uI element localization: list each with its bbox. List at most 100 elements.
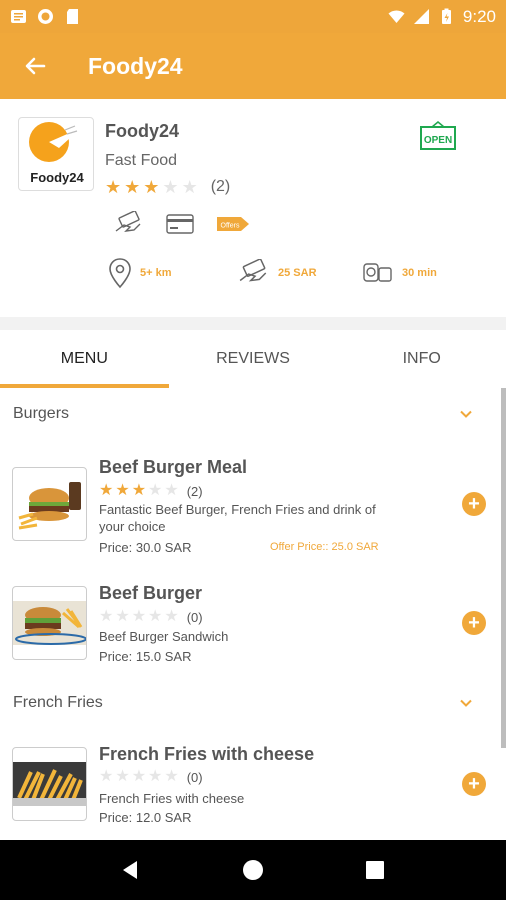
star-icon: ★ bbox=[148, 482, 163, 499]
location-pin-icon bbox=[109, 258, 131, 289]
menu-list[interactable]: Burgers Beef Burger Meal ★ ★ ★ ★ ★ (2) F… bbox=[0, 388, 506, 840]
tab-info[interactable]: INFO bbox=[337, 330, 506, 388]
status-time: 9:20 bbox=[462, 6, 496, 26]
star-icon: ★ bbox=[148, 768, 163, 785]
section-title: Burgers bbox=[13, 405, 70, 422]
delivery-time-value: 30 min bbox=[402, 267, 437, 279]
rating-count: (2) bbox=[210, 178, 231, 195]
star-icon: ★ bbox=[99, 768, 114, 785]
star-icon: ★ bbox=[148, 608, 163, 625]
star-icon: ★ bbox=[164, 482, 179, 499]
restaurant-header: Foody24 Foody24 Fast Food ★ ★ ★ ★ ★ (2) … bbox=[0, 99, 506, 317]
item-rating: ★ ★ ★ ★ ★ (0) bbox=[99, 609, 203, 625]
item-image bbox=[12, 586, 87, 660]
scrollbar[interactable] bbox=[501, 388, 506, 748]
restaurant-rating: ★ ★ ★ ★ ★ (2) bbox=[105, 178, 230, 196]
nav-recents-icon[interactable] bbox=[363, 858, 387, 882]
credit-card-icon bbox=[166, 214, 194, 234]
item-name: French Fries with cheese bbox=[99, 744, 315, 764]
burger-meal-image bbox=[18, 482, 81, 530]
item-rating-count: (2) bbox=[186, 483, 203, 499]
menu-item[interactable]: Beef Burger ★ ★ ★ ★ ★ (0) Beef Burger Sa… bbox=[0, 583, 500, 683]
star-icon: ★ bbox=[99, 482, 114, 499]
chevron-down-icon bbox=[460, 410, 472, 418]
item-image bbox=[12, 747, 87, 821]
offers-tag-text: Offers bbox=[221, 223, 240, 230]
item-rating-count: (0) bbox=[186, 609, 203, 625]
menu-item[interactable]: Beef Burger Meal ★ ★ ★ ★ ★ (2) Fantastic… bbox=[0, 454, 500, 555]
burger-image bbox=[13, 601, 86, 645]
item-description: Beef Burger Sandwich bbox=[99, 629, 229, 644]
distance-value: 5+ km bbox=[140, 267, 172, 279]
star-icon: ★ bbox=[105, 177, 122, 197]
star-icon: ★ bbox=[164, 608, 179, 625]
add-to-cart-button[interactable]: + bbox=[462, 492, 486, 516]
tab-bar: MENU REVIEWS INFO bbox=[0, 330, 506, 388]
add-to-cart-button[interactable]: + bbox=[462, 611, 486, 635]
delivery-time-icon bbox=[363, 263, 392, 282]
back-arrow-icon[interactable] bbox=[22, 53, 48, 79]
star-icon: ★ bbox=[131, 608, 147, 625]
logo-text: Foody24 bbox=[30, 170, 84, 185]
signal-icon bbox=[413, 9, 429, 24]
item-rating-count: (0) bbox=[186, 769, 203, 785]
item-description: French Fries with cheese bbox=[99, 791, 245, 806]
star-icon: ★ bbox=[115, 482, 130, 499]
star-icon: ★ bbox=[143, 177, 160, 197]
star-icon: ★ bbox=[115, 768, 130, 785]
offers-tag-icon: Offers bbox=[217, 217, 249, 231]
french-fries-image bbox=[13, 762, 86, 806]
restaurant-name: Foody24 bbox=[105, 121, 180, 141]
wifi-icon bbox=[388, 10, 405, 23]
star-icon: ★ bbox=[99, 608, 114, 625]
notification-sdcard-icon bbox=[67, 9, 78, 24]
item-price: Price: 30.0 SAR bbox=[99, 540, 192, 555]
star-icon: ★ bbox=[131, 768, 147, 785]
battery-icon bbox=[441, 8, 451, 24]
item-rating: ★ ★ ★ ★ ★ (2) bbox=[99, 483, 203, 499]
section-title: French Fries bbox=[13, 694, 103, 711]
star-icon: ★ bbox=[181, 177, 198, 197]
section-header-french-fries[interactable]: French Fries bbox=[0, 681, 500, 725]
nav-back-icon[interactable] bbox=[119, 858, 143, 882]
system-navigation-bar bbox=[0, 840, 506, 900]
restaurant-info-row: 5+ km 25 SAR 30 min bbox=[0, 257, 506, 293]
status-bar: 9:20 bbox=[0, 0, 506, 33]
star-icon: ★ bbox=[162, 177, 179, 197]
notification-message-icon bbox=[11, 10, 26, 23]
star-icon: ★ bbox=[124, 177, 141, 197]
section-header-burgers[interactable]: Burgers bbox=[0, 392, 500, 436]
star-icon: ★ bbox=[131, 482, 147, 499]
restaurant-category: Fast Food bbox=[105, 152, 178, 169]
star-icon: ★ bbox=[164, 768, 179, 785]
app-bar: Foody24 bbox=[0, 33, 506, 99]
star-icon: ★ bbox=[115, 608, 130, 625]
menu-item[interactable]: French Fries with cheese ★ ★ ★ ★ ★ (0) F… bbox=[0, 744, 500, 840]
nav-home-icon[interactable] bbox=[241, 858, 265, 882]
distance-info: 5+ km bbox=[108, 257, 172, 289]
cash-hand-icon bbox=[115, 211, 141, 232]
item-rating: ★ ★ ★ ★ ★ (0) bbox=[99, 769, 203, 785]
open-sign-icon: OPEN bbox=[420, 121, 456, 150]
feature-icons: Offers bbox=[114, 211, 250, 237]
tab-menu[interactable]: MENU bbox=[0, 330, 169, 388]
item-offer-price: Offer Price:: 25.0 SAR bbox=[270, 541, 379, 553]
notification-record-icon bbox=[38, 9, 53, 24]
chevron-down-icon bbox=[460, 699, 472, 707]
open-badge-text: OPEN bbox=[424, 135, 452, 146]
restaurant-logo: Foody24 bbox=[18, 117, 94, 191]
logo-mark-icon: Foody24 bbox=[29, 122, 84, 185]
item-image bbox=[12, 467, 87, 541]
item-name: Beef Burger Meal bbox=[99, 457, 248, 477]
item-price: Price: 15.0 SAR bbox=[99, 649, 192, 664]
item-description: Fantastic Beef Burger, French Fries and … bbox=[99, 502, 376, 534]
add-to-cart-button[interactable]: + bbox=[462, 772, 486, 796]
cash-hand-icon bbox=[239, 259, 267, 282]
item-name: Beef Burger bbox=[99, 583, 203, 603]
item-price: Price: 12.0 SAR bbox=[99, 810, 192, 825]
tab-reviews[interactable]: REVIEWS bbox=[169, 330, 338, 388]
app-title: Foody24 bbox=[88, 52, 183, 79]
delivery-fee-value: 25 SAR bbox=[278, 267, 317, 279]
delivery-fee-info: 25 SAR bbox=[238, 259, 317, 287]
delivery-time-info: 30 min bbox=[362, 261, 437, 285]
